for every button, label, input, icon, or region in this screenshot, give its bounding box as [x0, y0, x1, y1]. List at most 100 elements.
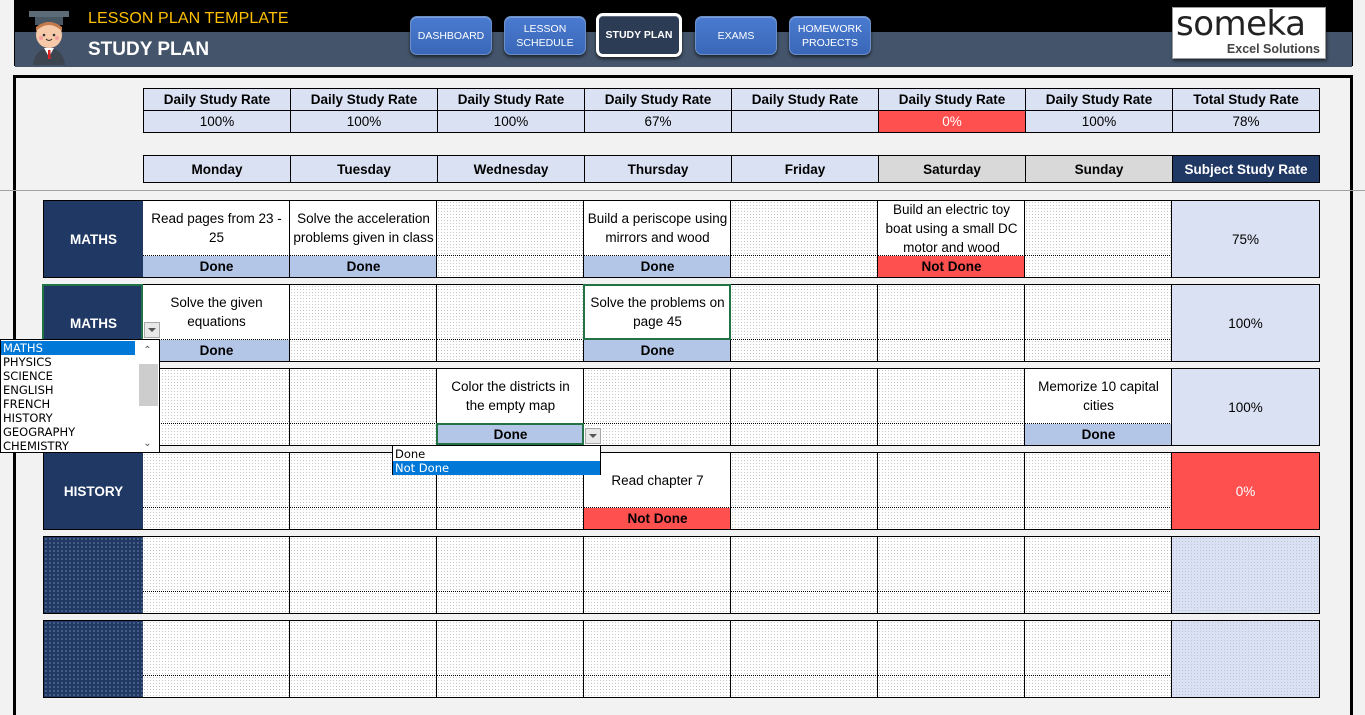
nav-homework-projects-button[interactable]: HOMEWORK PROJECTS — [789, 16, 871, 55]
subject-option[interactable]: ENGLISH — [1, 383, 135, 397]
task-cell[interactable] — [290, 285, 437, 340]
task-cell[interactable]: Solve the problems on page 45 — [584, 285, 731, 340]
subject-cell[interactable]: MATHS — [43, 200, 144, 278]
scroll-thumb[interactable] — [139, 364, 158, 406]
task-cell[interactable] — [584, 537, 731, 592]
status-cell[interactable] — [290, 424, 437, 445]
nav-study-plan-button[interactable]: STUDY PLAN — [596, 13, 682, 57]
nav-dashboard-button[interactable]: DASHBOARD — [410, 16, 492, 55]
nav-exams-button[interactable]: EXAMS — [695, 16, 777, 55]
task-cell[interactable] — [143, 369, 290, 424]
status-cell[interactable] — [1025, 676, 1172, 697]
task-cell[interactable] — [584, 369, 731, 424]
task-cell[interactable] — [878, 537, 1025, 592]
status-option[interactable]: Done — [393, 447, 600, 461]
task-cell[interactable] — [1025, 453, 1172, 508]
task-cell[interactable] — [878, 369, 1025, 424]
task-cell[interactable] — [143, 453, 290, 508]
status-cell[interactable] — [290, 340, 437, 361]
task-cell[interactable] — [1025, 537, 1172, 592]
task-cell[interactable]: Solve the acceleration problems given in… — [290, 201, 437, 256]
subject-dropdown-list[interactable]: MATHS PHYSICS SCIENCE ENGLISH FRENCH HISTORY G… — [0, 339, 160, 453]
task-cell[interactable] — [731, 621, 878, 676]
subject-cell[interactable] — [43, 536, 144, 614]
task-cell[interactable] — [437, 621, 584, 676]
status-cell[interactable]: Done — [143, 256, 290, 277]
status-cell[interactable] — [1025, 592, 1172, 613]
task-cell[interactable] — [1025, 201, 1172, 256]
status-cell[interactable] — [437, 256, 584, 277]
status-cell[interactable] — [584, 676, 731, 697]
task-cell[interactable] — [878, 621, 1025, 676]
status-cell[interactable] — [731, 508, 878, 529]
status-cell[interactable] — [1025, 508, 1172, 529]
task-cell[interactable] — [731, 453, 878, 508]
task-cell[interactable] — [290, 621, 437, 676]
status-cell[interactable] — [731, 256, 878, 277]
subject-option[interactable]: HISTORY — [1, 411, 135, 425]
status-cell[interactable] — [1025, 256, 1172, 277]
subject-option[interactable]: FRENCH — [1, 397, 135, 411]
status-cell[interactable] — [731, 592, 878, 613]
status-cell[interactable] — [290, 592, 437, 613]
status-cell[interactable] — [878, 676, 1025, 697]
status-cell[interactable] — [731, 340, 878, 361]
subject-option[interactable]: CHEMISTRY — [1, 439, 135, 453]
task-cell[interactable] — [878, 285, 1025, 340]
nav-lesson-schedule-button[interactable]: LESSON SCHEDULE — [504, 16, 586, 55]
status-cell[interactable] — [437, 676, 584, 697]
subject-cell[interactable]: HISTORY — [43, 452, 144, 530]
status-cell[interactable] — [878, 508, 1025, 529]
status-cell[interactable] — [437, 508, 584, 529]
task-cell[interactable]: Solve the given equations — [143, 285, 290, 340]
task-cell[interactable] — [878, 453, 1025, 508]
status-cell[interactable] — [143, 592, 290, 613]
subject-option[interactable]: PHYSICS — [1, 355, 135, 369]
subject-list-scrollbar[interactable]: ⌃ ⌄ — [136, 340, 159, 452]
task-cell[interactable] — [584, 621, 731, 676]
status-cell[interactable] — [731, 424, 878, 445]
task-cell[interactable]: Build a periscope using mirrors and wood — [584, 201, 731, 256]
scroll-down-icon[interactable]: ⌄ — [136, 435, 159, 451]
task-cell[interactable]: Read pages from 23 - 25 — [143, 201, 290, 256]
status-dropdown-list[interactable]: Done Not Done — [392, 445, 601, 475]
task-cell[interactable] — [437, 537, 584, 592]
task-cell[interactable] — [143, 621, 290, 676]
status-cell[interactable]: Done — [584, 340, 731, 361]
status-cell[interactable] — [143, 508, 290, 529]
status-cell[interactable]: Not Done — [878, 256, 1025, 277]
status-cell[interactable]: Done — [143, 340, 290, 361]
subject-option[interactable]: GEOGRAPHY — [1, 425, 135, 439]
status-cell[interactable] — [437, 340, 584, 361]
subject-dropdown-arrow-icon[interactable] — [144, 322, 160, 338]
status-cell[interactable]: Done — [1025, 424, 1172, 445]
status-cell[interactable]: Done — [584, 256, 731, 277]
subject-cell[interactable] — [43, 620, 144, 698]
status-dropdown-arrow-icon[interactable] — [585, 428, 601, 444]
status-cell[interactable] — [290, 508, 437, 529]
task-cell[interactable] — [290, 369, 437, 424]
status-cell[interactable] — [584, 592, 731, 613]
someka-logo[interactable]: someka Excel Solutions — [1172, 4, 1326, 59]
scroll-up-icon[interactable]: ⌃ — [136, 342, 159, 358]
subject-option[interactable]: MATHS — [1, 341, 135, 355]
task-cell[interactable]: Memorize 10 capital cities — [1025, 369, 1172, 424]
status-cell[interactable] — [143, 424, 290, 445]
task-cell[interactable] — [731, 537, 878, 592]
status-cell[interactable]: Done — [290, 256, 437, 277]
task-cell[interactable] — [437, 201, 584, 256]
status-cell[interactable] — [1025, 340, 1172, 361]
status-cell[interactable]: Not Done — [584, 508, 731, 529]
status-cell[interactable] — [584, 424, 731, 445]
task-cell[interactable] — [437, 285, 584, 340]
task-cell[interactable] — [731, 201, 878, 256]
status-cell[interactable] — [731, 676, 878, 697]
task-cell[interactable]: Read chapter 7 — [584, 453, 731, 508]
status-cell[interactable] — [878, 592, 1025, 613]
subject-option[interactable]: SCIENCE — [1, 369, 135, 383]
task-cell[interactable] — [290, 537, 437, 592]
task-cell[interactable] — [1025, 285, 1172, 340]
task-cell[interactable]: Color the districts in the empty map — [437, 369, 584, 424]
task-cell[interactable] — [1025, 621, 1172, 676]
status-option[interactable]: Not Done — [393, 461, 600, 475]
